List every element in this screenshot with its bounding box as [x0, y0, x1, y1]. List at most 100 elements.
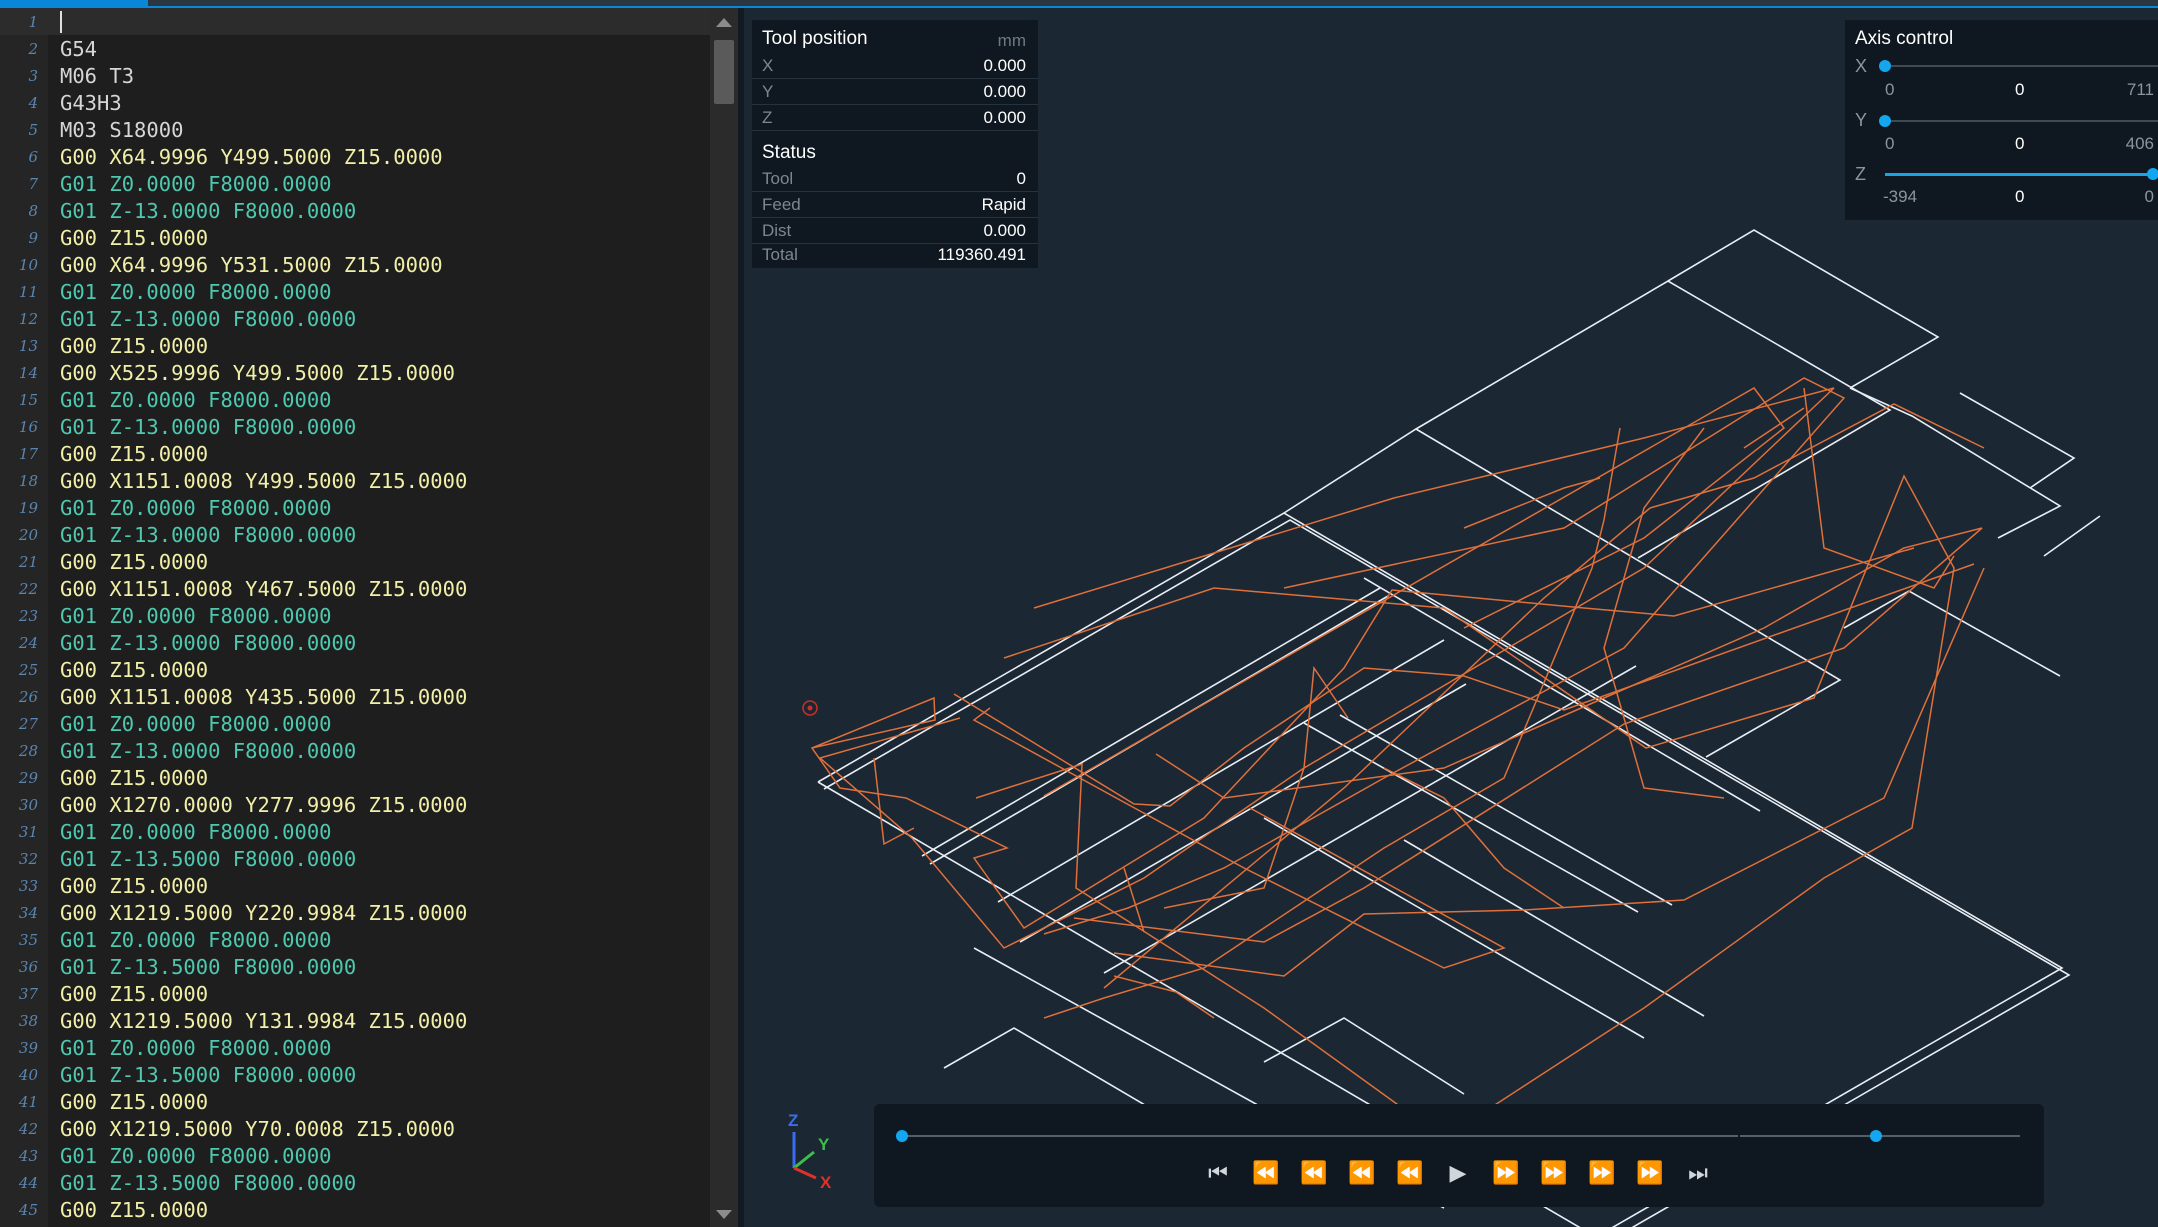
active-tab-indicator[interactable]	[0, 0, 148, 6]
axis-y-slider[interactable]	[1885, 120, 2158, 122]
axis-z-slider[interactable]	[1885, 173, 2152, 176]
code-line[interactable]: 35 G01 Z0.0000 F8000.0000	[0, 926, 710, 953]
code-line[interactable]: 11 G01 Z0.0000 F8000.0000	[0, 278, 710, 305]
code-line[interactable]: 7 G01 Z0.0000 F8000.0000	[0, 170, 710, 197]
line-number: 4	[28, 94, 38, 112]
code-line[interactable]: 15 G01 Z0.0000 F8000.0000	[0, 386, 710, 413]
code-line[interactable]: 4 G43H3	[0, 89, 710, 116]
code-line[interactable]: 12 G01 Z-13.0000 F8000.0000	[0, 305, 710, 332]
step-forward-arc-icon[interactable]: ⏩	[1586, 1158, 1618, 1190]
code-line[interactable]: 6 G00 X64.9996 Y499.5000 Z15.0000	[0, 143, 710, 170]
code-line[interactable]: 3 M06 T3	[0, 62, 710, 89]
code-line[interactable]: 23 G01 Z0.0000 F8000.0000	[0, 602, 710, 629]
axis-z-value: 0	[2015, 187, 2025, 206]
step-forward-x-icon[interactable]: ⏩	[1634, 1158, 1666, 1190]
code-line[interactable]: 16 G01 Z-13.0000 F8000.0000	[0, 413, 710, 440]
code-text: G01 Z0.0000 F8000.0000	[60, 280, 332, 304]
code-line[interactable]: 13 G00 Z15.0000	[0, 332, 710, 359]
code-text: G54	[60, 37, 98, 61]
status-dist-row: Dist 0.000	[752, 218, 1038, 244]
code-line[interactable]: 37 G00 Z15.0000	[0, 980, 710, 1007]
tool-x-label: X	[762, 56, 774, 75]
code-text: M06 T3	[60, 64, 135, 88]
progress-knob[interactable]	[896, 1130, 908, 1142]
step-forward-z-icon[interactable]: ⏩	[1538, 1158, 1570, 1190]
code-line[interactable]: 39 G01 Z0.0000 F8000.0000	[0, 1034, 710, 1061]
code-line[interactable]: 28 G01 Z-13.0000 F8000.0000	[0, 737, 710, 764]
axis-y-knob[interactable]	[1879, 115, 1891, 127]
code-line[interactable]: 18 G00 X1151.0008 Y499.5000 Z15.0000	[0, 467, 710, 494]
status-tool-label: Tool	[762, 169, 794, 188]
code-line[interactable]: 9 G00 Z15.0000	[0, 224, 710, 251]
tool-y-value: 0.000	[983, 82, 1026, 101]
tool-z-row: Z 0.000	[752, 105, 1038, 131]
line-number: 23	[18, 607, 38, 625]
code-line[interactable]: 30 G00 X1270.0000 Y277.9996 Z15.0000	[0, 791, 710, 818]
code-line[interactable]: 2 G54	[0, 35, 710, 62]
code-line[interactable]: 41 G00 Z15.0000	[0, 1088, 710, 1115]
axis-y-value: 0	[2015, 134, 2025, 153]
step-back-x-icon[interactable]: ⏪	[1250, 1158, 1282, 1190]
code-text: G00 X525.9996 Y499.5000 Z15.0000	[60, 361, 455, 385]
line-number: 44	[18, 1174, 38, 1192]
code-line[interactable]: 17 G00 Z15.0000	[0, 440, 710, 467]
scroll-down-icon[interactable]	[716, 1210, 732, 1219]
code-text: G00 Z15.0000	[60, 550, 209, 574]
skip-to-end-icon[interactable]: ⏭	[1682, 1158, 1714, 1190]
code-line[interactable]: 34 G00 X1219.5000 Y220.9984 Z15.0000	[0, 899, 710, 926]
play-icon[interactable]: ▶	[1442, 1158, 1474, 1190]
axis-z-knob[interactable]	[2147, 168, 2158, 180]
line-number: 33	[18, 877, 38, 895]
scroll-thumb[interactable]	[714, 40, 734, 104]
code-line[interactable]: 26 G00 X1151.0008 Y435.5000 Z15.0000	[0, 683, 710, 710]
code-line[interactable]: 44 G01 Z-13.5000 F8000.0000	[0, 1169, 710, 1196]
code-text: G00 X1270.0000 Y277.9996 Z15.0000	[60, 793, 468, 817]
line-number: 27	[18, 715, 38, 733]
status-title: Status	[762, 142, 816, 163]
code-line[interactable]: 32 G01 Z-13.5000 F8000.0000	[0, 845, 710, 872]
axis-x-knob[interactable]	[1879, 60, 1891, 72]
status-total-label: Total	[762, 245, 798, 264]
line-number: 34	[18, 904, 38, 922]
code-line[interactable]: 14 G00 X525.9996 Y499.5000 Z15.0000	[0, 359, 710, 386]
code-line[interactable]: 8 G01 Z-13.0000 F8000.0000	[0, 197, 710, 224]
code-text: G01 Z-13.0000 F8000.0000	[60, 415, 357, 439]
code-line[interactable]: 10 G00 X64.9996 Y531.5000 Z15.0000	[0, 251, 710, 278]
line-number: 2	[28, 40, 38, 58]
code-line[interactable]: 45 G00 Z15.0000	[0, 1196, 710, 1223]
code-text: G01 Z0.0000 F8000.0000	[60, 172, 332, 196]
gcode-editor[interactable]: 1 2 G54 3 M06 T3 4 G43H3 5 M03 S18000 6 G00 X64.99…	[0, 8, 740, 1227]
code-text: G01 Z0.0000 F8000.0000	[60, 1144, 332, 1168]
code-line[interactable]: 20 G01 Z-13.0000 F8000.0000	[0, 521, 710, 548]
code-line[interactable]: 22 G00 X1151.0008 Y467.5000 Z15.0000	[0, 575, 710, 602]
code-line[interactable]: 21 G00 Z15.0000	[0, 548, 710, 575]
axis-y-min: 0	[1885, 134, 1895, 153]
editor-scrollbar[interactable]	[710, 8, 738, 1227]
line-number: 28	[18, 742, 38, 760]
axis-x-slider[interactable]	[1885, 65, 2158, 67]
code-line[interactable]: 40 G01 Z-13.5000 F8000.0000	[0, 1061, 710, 1088]
code-line[interactable]: 5 M03 S18000	[0, 116, 710, 143]
code-line[interactable]: 36 G01 Z-13.5000 F8000.0000	[0, 953, 710, 980]
line-number: 22	[18, 580, 38, 598]
code-line[interactable]: 1	[0, 8, 710, 35]
speed-knob[interactable]	[1870, 1130, 1882, 1142]
step-forward-icon[interactable]: ⏩	[1490, 1158, 1522, 1190]
code-line[interactable]: 43 G01 Z0.0000 F8000.0000	[0, 1142, 710, 1169]
code-line[interactable]: 19 G01 Z0.0000 F8000.0000	[0, 494, 710, 521]
skip-to-start-icon[interactable]: ⏮	[1202, 1158, 1234, 1190]
code-line[interactable]: 38 G00 X1219.5000 Y131.9984 Z15.0000	[0, 1007, 710, 1034]
step-back-icon[interactable]: ⏪	[1394, 1158, 1426, 1190]
line-number: 18	[18, 472, 38, 490]
scroll-up-icon[interactable]	[716, 18, 732, 27]
progress-slider[interactable]	[902, 1135, 1738, 1137]
step-back-arc-icon[interactable]: ⏪	[1298, 1158, 1330, 1190]
code-line[interactable]: 33 G00 Z15.0000	[0, 872, 710, 899]
code-line[interactable]: 25 G00 Z15.0000	[0, 656, 710, 683]
step-back-z-icon[interactable]: ⏪	[1346, 1158, 1378, 1190]
code-line[interactable]: 31 G01 Z0.0000 F8000.0000	[0, 818, 710, 845]
code-line[interactable]: 24 G01 Z-13.0000 F8000.0000	[0, 629, 710, 656]
code-line[interactable]: 29 G00 Z15.0000	[0, 764, 710, 791]
code-line[interactable]: 42 G00 X1219.5000 Y70.0008 Z15.0000	[0, 1115, 710, 1142]
code-line[interactable]: 27 G01 Z0.0000 F8000.0000	[0, 710, 710, 737]
